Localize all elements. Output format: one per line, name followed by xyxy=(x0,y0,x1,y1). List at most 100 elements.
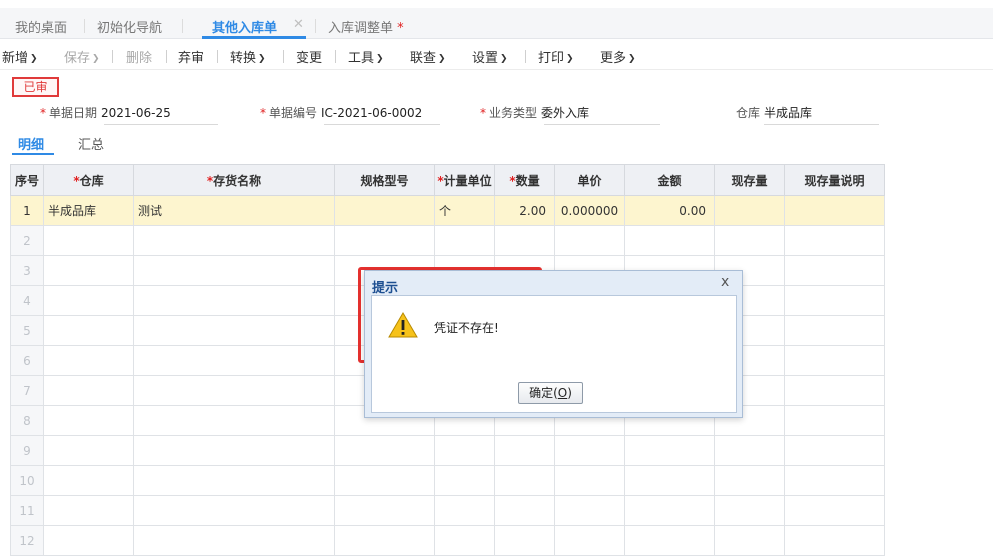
more-button[interactable]: 更多 ❯ xyxy=(600,47,636,66)
tab-inbound-adjustment[interactable]: 入库调整单 * xyxy=(328,17,404,36)
table-cell[interactable] xyxy=(494,435,555,466)
table-cell[interactable] xyxy=(334,525,435,556)
table-cell[interactable] xyxy=(714,195,785,226)
table-cell[interactable] xyxy=(624,465,715,496)
table-cell[interactable] xyxy=(43,495,134,526)
table-cell[interactable] xyxy=(784,285,885,316)
table-cell[interactable] xyxy=(434,525,495,556)
table-cell[interactable] xyxy=(624,435,715,466)
table-cell[interactable] xyxy=(133,495,335,526)
table-cell[interactable] xyxy=(784,435,885,466)
table-cell[interactable] xyxy=(434,225,495,256)
table-row[interactable]: 1 半成品库 测试 个 2.00 0.000000 0.00 xyxy=(10,195,885,226)
table-row[interactable]: 2 xyxy=(10,225,885,256)
table-cell[interactable] xyxy=(494,525,555,556)
column-header[interactable]: 单价 xyxy=(554,164,625,196)
table-cell[interactable] xyxy=(784,345,885,376)
table-row[interactable]: 9 xyxy=(10,435,885,466)
close-icon[interactable]: x xyxy=(721,274,729,290)
table-cell[interactable] xyxy=(43,405,134,436)
table-cell[interactable] xyxy=(714,495,785,526)
table-cell[interactable] xyxy=(554,525,625,556)
table-cell[interactable] xyxy=(43,375,134,406)
table-row[interactable]: 12 xyxy=(10,525,885,556)
save-button[interactable]: 保存 ❯ xyxy=(64,47,100,66)
table-cell[interactable] xyxy=(624,225,715,256)
linked-query-button[interactable]: 联查 ❯ xyxy=(410,47,446,66)
table-cell[interactable] xyxy=(494,465,555,496)
table-cell[interactable] xyxy=(133,225,335,256)
table-cell[interactable] xyxy=(133,465,335,496)
new-button[interactable]: 新增 ❯ xyxy=(2,47,38,66)
table-cell[interactable] xyxy=(434,495,495,526)
table-row[interactable]: 11 xyxy=(10,495,885,526)
table-cell[interactable] xyxy=(43,435,134,466)
column-header[interactable]: 规格型号 xyxy=(334,164,435,196)
unapprove-button[interactable]: 弃审 xyxy=(178,47,204,66)
change-button[interactable]: 变更 xyxy=(296,47,322,66)
column-header[interactable]: 现存量说明 xyxy=(784,164,885,196)
table-cell[interactable] xyxy=(133,285,335,316)
column-header[interactable]: *计量单位 xyxy=(434,164,495,196)
table-cell[interactable] xyxy=(133,345,335,376)
table-cell[interactable] xyxy=(784,225,885,256)
table-cell[interactable] xyxy=(554,435,625,466)
table-cell[interactable]: 0.000000 xyxy=(554,195,625,226)
table-cell[interactable] xyxy=(624,495,715,526)
table-cell[interactable] xyxy=(334,465,435,496)
table-cell[interactable] xyxy=(43,255,134,286)
table-cell[interactable] xyxy=(714,225,785,256)
table-cell[interactable] xyxy=(434,465,495,496)
table-cell[interactable] xyxy=(624,525,715,556)
tab-detail[interactable]: 明细 xyxy=(18,134,44,153)
table-cell[interactable] xyxy=(784,195,885,226)
table-cell[interactable] xyxy=(43,315,134,346)
table-cell[interactable] xyxy=(133,405,335,436)
table-cell[interactable] xyxy=(784,525,885,556)
table-cell[interactable] xyxy=(133,255,335,286)
table-cell[interactable] xyxy=(784,255,885,286)
table-cell[interactable] xyxy=(334,435,435,466)
table-cell[interactable]: 0.00 xyxy=(624,195,715,226)
table-cell[interactable] xyxy=(494,225,555,256)
tab-my-desktop[interactable]: 我的桌面 xyxy=(15,17,67,36)
table-cell[interactable] xyxy=(784,495,885,526)
table-cell[interactable] xyxy=(714,525,785,556)
doc-date-field[interactable]: * 单据日期 2021-06-25 xyxy=(40,104,171,125)
table-cell[interactable] xyxy=(554,495,625,526)
table-cell[interactable] xyxy=(784,315,885,346)
column-header[interactable]: *数量 xyxy=(494,164,555,196)
column-header[interactable]: *存货名称 xyxy=(133,164,335,196)
table-cell[interactable] xyxy=(784,375,885,406)
table-cell[interactable]: 测试 xyxy=(133,195,335,226)
column-header[interactable]: 序号 xyxy=(10,164,44,196)
column-header[interactable]: 现存量 xyxy=(714,164,785,196)
doc-number-field[interactable]: * 单据编号 IC-2021-06-0002 xyxy=(260,104,422,125)
tab-other-inbound[interactable]: 其他入库单 xyxy=(212,17,277,36)
table-cell[interactable]: 2.00 xyxy=(494,195,555,226)
table-cell[interactable] xyxy=(334,195,435,226)
tools-button[interactable]: 工具 ❯ xyxy=(348,47,384,66)
table-cell[interactable]: 半成品库 xyxy=(43,195,134,226)
column-header[interactable]: *仓库 xyxy=(43,164,134,196)
table-cell[interactable]: 个 xyxy=(434,195,495,226)
table-cell[interactable] xyxy=(554,225,625,256)
convert-button[interactable]: 转换 ❯ xyxy=(230,47,266,66)
tab-init-navigation[interactable]: 初始化导航 xyxy=(97,17,162,36)
table-cell[interactable] xyxy=(714,465,785,496)
delete-button[interactable]: 删除 xyxy=(126,47,152,66)
table-cell[interactable] xyxy=(133,525,335,556)
print-button[interactable]: 打印 ❯ xyxy=(538,47,574,66)
table-cell[interactable] xyxy=(554,465,625,496)
table-cell[interactable] xyxy=(43,525,134,556)
table-cell[interactable] xyxy=(133,315,335,346)
table-cell[interactable] xyxy=(43,345,134,376)
table-cell[interactable] xyxy=(43,465,134,496)
table-cell[interactable] xyxy=(334,225,435,256)
table-cell[interactable] xyxy=(43,285,134,316)
table-cell[interactable] xyxy=(434,435,495,466)
table-cell[interactable] xyxy=(43,225,134,256)
tab-close-icon[interactable]: ✕ xyxy=(293,17,304,32)
table-cell[interactable] xyxy=(784,405,885,436)
table-cell[interactable] xyxy=(714,435,785,466)
